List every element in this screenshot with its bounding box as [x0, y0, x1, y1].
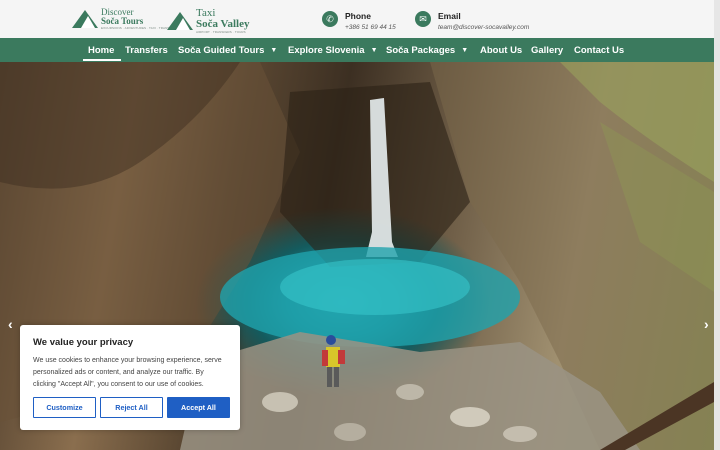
contact-email[interactable]: ✉ Email team@discover-socavalley.com: [415, 11, 529, 31]
header-top: Discover Soča Tours EXCURSIONS · ADVENTU…: [0, 0, 720, 38]
customize-button[interactable]: Customize: [33, 397, 96, 418]
nav-item-transfers[interactable]: Transfers: [125, 38, 168, 62]
chevron-down-icon: ▼: [370, 46, 378, 54]
nav-item-soca-packages[interactable]: Soča Packages ▼: [386, 38, 468, 62]
cookie-buttons: Customize Reject All Accept All: [33, 397, 234, 418]
slider-next-arrow[interactable]: ›: [704, 316, 709, 332]
logo-taxi-soca-valley[interactable]: Taxi Soča Valley AIRPORT · TRANSFERS · T…: [167, 8, 249, 34]
email-value[interactable]: team@discover-socavalley.com: [438, 24, 529, 31]
nav-label: Explore Slovenia: [288, 44, 365, 56]
active-indicator: [83, 59, 121, 61]
nav-label: Soča Guided Tours: [178, 44, 265, 56]
contact-phone[interactable]: ✆ Phone +386 51 69 44 15: [322, 11, 396, 31]
nav-item-contact-us[interactable]: Contact Us: [574, 38, 624, 62]
reject-all-button[interactable]: Reject All: [100, 397, 163, 418]
nav-label: About Us: [480, 44, 523, 56]
mail-icon: ✉: [415, 11, 431, 27]
phone-icon: ✆: [322, 11, 338, 27]
nav-label: Transfers: [125, 44, 168, 56]
logo-discover-soca-tours[interactable]: Discover Soča Tours EXCURSIONS · ADVENTU…: [72, 8, 178, 30]
cookie-text: We use cookies to enhance your browsing …: [33, 357, 222, 388]
cookie-title: We value your privacy: [33, 337, 134, 348]
nav-label: Gallery: [531, 44, 564, 56]
chevron-down-icon: ▼: [461, 46, 469, 54]
logo-line2: Soča Valley: [196, 18, 250, 30]
mountain-logo-icon: [72, 10, 98, 28]
mountain-logo-icon: [167, 12, 193, 30]
nav-item-about-us[interactable]: About Us: [480, 38, 522, 62]
phone-value[interactable]: +386 51 69 44 15: [345, 24, 396, 31]
cookie-consent-banner: We value your privacy We use cookies to …: [20, 325, 240, 430]
nav-item-soca-guided-tours[interactable]: Soča Guided Tours ▼: [178, 38, 277, 62]
accept-all-button[interactable]: Accept All: [167, 397, 230, 418]
nav-item-explore-slovenia[interactable]: Explore Slovenia ▼: [288, 38, 378, 62]
nav-label: Home: [88, 44, 115, 56]
email-title: Email: [438, 11, 461, 21]
chevron-down-icon: ▼: [270, 46, 278, 54]
scrollbar[interactable]: [714, 0, 720, 450]
nav-label: Contact Us: [574, 44, 625, 56]
slider-prev-arrow[interactable]: ‹: [8, 316, 13, 332]
nav-label: Soča Packages: [386, 44, 456, 56]
phone-title: Phone: [345, 11, 371, 21]
logo-tagline: AIRPORT · TRANSFERS · TOURS: [196, 30, 246, 34]
main-nav: Home Transfers Soča Guided Tours ▼ Explor…: [0, 38, 714, 62]
nav-item-gallery[interactable]: Gallery: [531, 38, 563, 62]
